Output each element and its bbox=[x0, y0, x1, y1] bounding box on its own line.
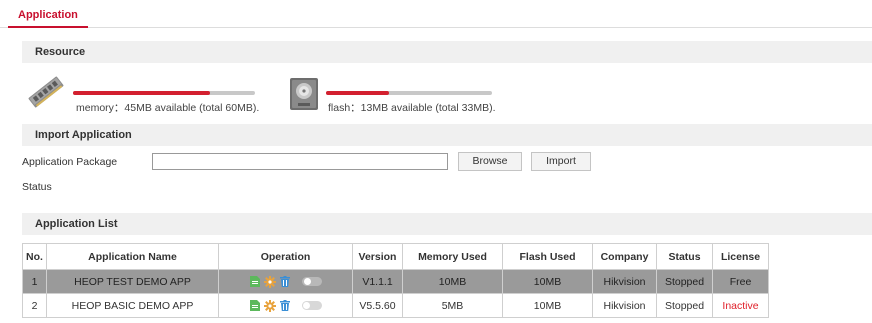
app-run-toggle[interactable] bbox=[301, 301, 322, 311]
row-company: Hikvision bbox=[592, 293, 657, 318]
col-header-version: Version bbox=[352, 243, 403, 270]
row-company: Hikvision bbox=[592, 269, 657, 294]
row-flash-used: 10MB bbox=[502, 293, 593, 318]
table-row[interactable]: 1 HEOP TEST DEMO APP V1.1.1 10MB 10MB Hi… bbox=[22, 269, 769, 294]
row-version: V1.1.1 bbox=[352, 269, 403, 294]
col-header-flash: Flash Used bbox=[502, 243, 593, 270]
memory-usage-bar bbox=[73, 91, 255, 95]
import-button[interactable]: Import bbox=[531, 152, 591, 171]
app-list-section-header: Application List bbox=[22, 213, 872, 235]
import-section-header: Import Application bbox=[22, 124, 872, 146]
row-operations bbox=[218, 269, 353, 294]
row-status: Stopped bbox=[656, 293, 713, 318]
col-header-memory: Memory Used bbox=[402, 243, 503, 270]
row-memory-used: 5MB bbox=[402, 293, 503, 318]
col-header-name: Application Name bbox=[46, 243, 219, 270]
app-run-toggle[interactable] bbox=[301, 277, 322, 287]
trash-icon[interactable] bbox=[279, 300, 290, 312]
gear-icon[interactable] bbox=[263, 275, 276, 288]
flash-usage-text: flash：13MB available (total 33MB). bbox=[328, 102, 496, 114]
table-row[interactable]: 2 HEOP BASIC DEMO APP V5.5.60 5MB 10MB H… bbox=[22, 293, 769, 318]
document-icon[interactable] bbox=[249, 300, 260, 312]
row-license[interactable]: Free bbox=[712, 269, 769, 294]
storage-disk-icon bbox=[289, 77, 319, 111]
package-label: Application Package bbox=[22, 156, 118, 168]
browse-button[interactable]: Browse bbox=[458, 152, 522, 171]
trash-icon[interactable] bbox=[279, 276, 290, 288]
row-version: V5.5.60 bbox=[352, 293, 403, 318]
memory-chip-icon bbox=[26, 75, 66, 109]
row-license[interactable]: Inactive bbox=[712, 293, 769, 318]
col-header-company: Company bbox=[592, 243, 657, 270]
row-app-name: HEOP BASIC DEMO APP bbox=[46, 293, 219, 318]
row-no: 1 bbox=[22, 269, 47, 294]
gear-icon[interactable] bbox=[263, 299, 276, 312]
flash-usage-bar bbox=[326, 91, 492, 95]
row-app-name: HEOP TEST DEMO APP bbox=[46, 269, 219, 294]
memory-usage-text: memory：45MB available (total 60MB). bbox=[76, 102, 260, 114]
package-path-input[interactable] bbox=[152, 153, 448, 170]
application-table: No. Application Name Operation Version M… bbox=[22, 243, 769, 318]
tab-application[interactable]: Application bbox=[8, 0, 88, 28]
resource-section-header: Resource bbox=[22, 41, 872, 63]
col-header-license: License bbox=[712, 243, 769, 270]
row-memory-used: 10MB bbox=[402, 269, 503, 294]
tab-bar: Application bbox=[0, 0, 872, 28]
status-label: Status bbox=[22, 181, 52, 193]
col-header-operation: Operation bbox=[218, 243, 353, 270]
row-no: 2 bbox=[22, 293, 47, 318]
table-header-row: No. Application Name Operation Version M… bbox=[22, 243, 769, 270]
document-icon[interactable] bbox=[249, 276, 260, 288]
row-status: Stopped bbox=[656, 269, 713, 294]
row-flash-used: 10MB bbox=[502, 269, 593, 294]
col-header-no: No. bbox=[22, 243, 47, 270]
col-header-status: Status bbox=[656, 243, 713, 270]
row-operations bbox=[218, 293, 353, 318]
